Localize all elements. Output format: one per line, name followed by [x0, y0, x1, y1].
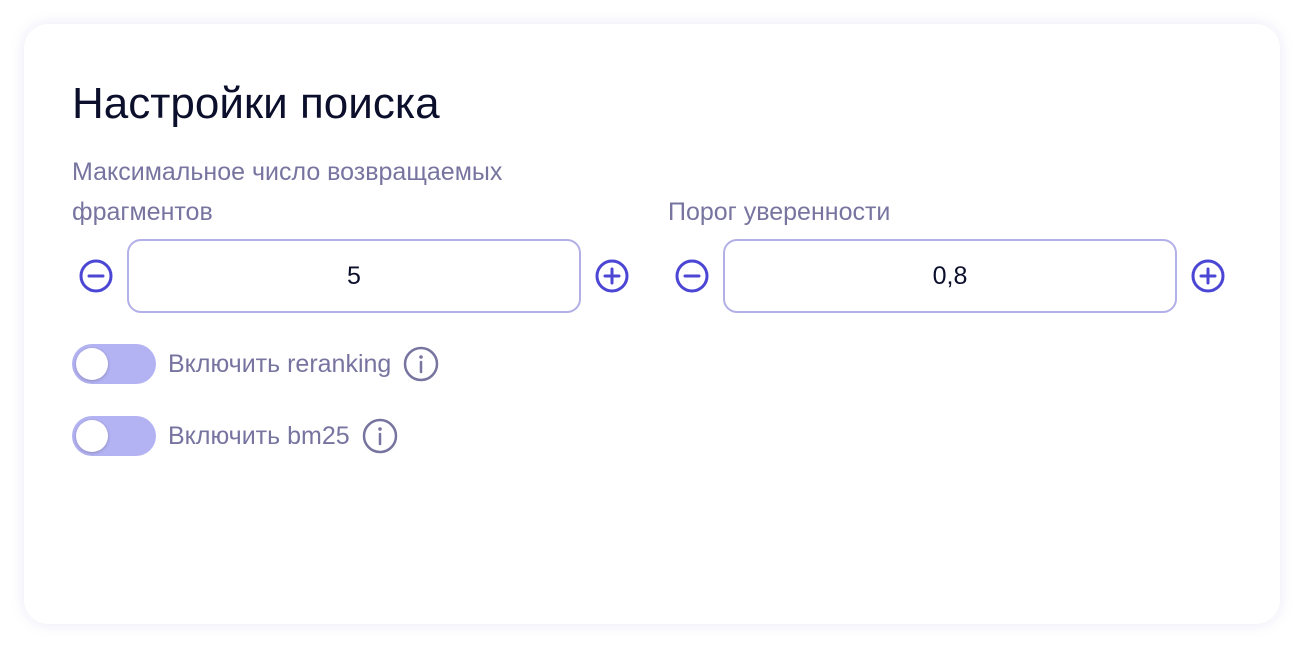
bm25-toggle-label: Включить bm25 — [168, 421, 350, 450]
info-icon[interactable] — [403, 346, 439, 382]
max-fragments-decrement-button[interactable] — [78, 258, 114, 294]
search-settings-card: Настройки поиска Максимальное число возв… — [24, 24, 1280, 624]
reranking-toggle-label: Включить reranking — [168, 349, 392, 378]
info-icon[interactable] — [362, 418, 398, 454]
reranking-toggle[interactable] — [72, 344, 156, 384]
plus-circle-icon — [595, 259, 629, 293]
max-fragments-increment-button[interactable] — [594, 258, 630, 294]
settings-title: Настройки поиска — [72, 79, 440, 128]
minus-circle-icon — [79, 259, 113, 293]
max-fragments-label: Максимальное число возвращаемых фрагмент… — [72, 158, 503, 226]
confidence-threshold-increment-button[interactable] — [1190, 258, 1226, 294]
minus-circle-icon — [675, 259, 709, 293]
toggle-knob — [76, 348, 108, 380]
max-fragments-input[interactable] — [127, 239, 581, 313]
confidence-threshold-input[interactable] — [723, 239, 1177, 313]
confidence-threshold-decrement-button[interactable] — [674, 258, 710, 294]
bm25-toggle[interactable] — [72, 416, 156, 456]
plus-circle-icon — [1191, 259, 1225, 293]
reranking-toggle-row: Включить reranking — [72, 344, 439, 384]
confidence-threshold-label: Порог уверенности — [668, 198, 891, 226]
bm25-toggle-row: Включить bm25 — [72, 416, 398, 456]
toggle-knob — [76, 420, 108, 452]
